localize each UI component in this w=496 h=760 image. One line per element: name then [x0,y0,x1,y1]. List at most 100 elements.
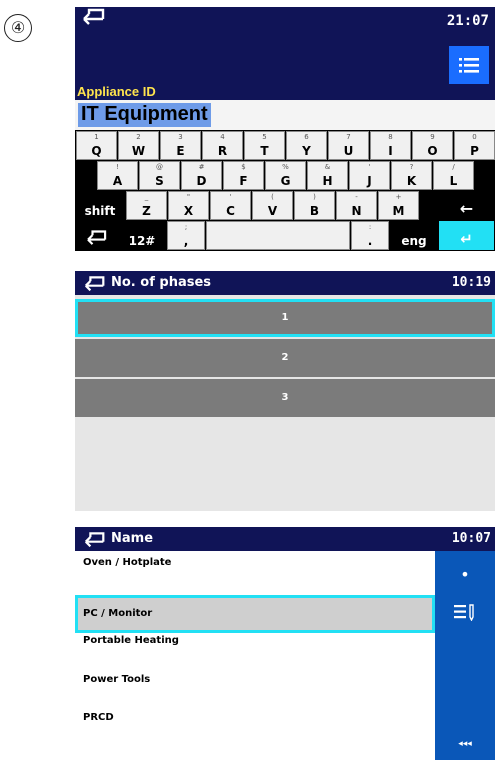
key-secondary-label: 8 [388,133,393,141]
list-item-selected[interactable]: PC / Monitor [75,595,435,633]
space-key[interactable] [206,221,350,250]
clock-time: 10:07 [451,531,491,546]
clock-time: 21:07 [446,13,489,29]
key-v[interactable]: (V [252,191,293,220]
key-t[interactable]: 5T [244,131,285,160]
back-arrow-icon[interactable] [83,272,107,296]
field-label: Appliance ID [77,84,156,99]
key-label: K [406,174,417,188]
back-arrow-icon[interactable] [81,5,107,29]
key-label: U [343,144,354,158]
key-x[interactable]: " X [168,191,209,220]
key-label: M [392,204,405,218]
key-secondary-label: % [282,163,289,171]
key-secondary-label: 1 [94,133,99,141]
shift-key[interactable]: shift [76,190,124,220]
enter-key[interactable]: ↵ [439,221,494,250]
list-item[interactable]: Portable Heating [75,635,435,673]
name-header: Name 10:07 [75,527,495,551]
key-secondary-label: 9 [430,133,435,141]
key-i[interactable]: 8I [370,131,411,160]
phase-option-2[interactable]: 2 [75,339,495,377]
key-u[interactable]: 7U [328,131,369,160]
key-secondary-label: " [186,193,191,201]
key-label: J [367,174,372,188]
key-d[interactable]: # D [181,161,222,190]
key-f[interactable]: $ F [223,161,264,190]
key-secondary-label: 3 [178,133,183,141]
key-j[interactable]: ' J [349,161,390,190]
key-label: X [183,204,194,218]
key-label: R [217,144,228,158]
phases-header: No. of phases 10:19 [75,271,495,295]
key-secondary-label: & [324,163,331,171]
key-secondary-label: + [395,193,402,201]
key-n[interactable]: -N [336,191,377,220]
back-arrow-icon[interactable] [83,528,107,552]
key-p[interactable]: 0P [454,131,495,160]
key-label: H [322,174,333,188]
key-secondary-label: 0 [472,133,477,141]
back-arrow-icon [87,230,107,245]
key-secondary-label: 2 [136,133,141,141]
key-r[interactable]: 4R [202,131,243,160]
backspace-key[interactable]: ← [439,190,494,220]
key-y[interactable]: 6Y [286,131,327,160]
key-b[interactable]: ) B [294,191,335,220]
key-c[interactable]: ' C [210,191,251,220]
key-secondary-label: ( [271,193,274,201]
side-button-panel: • ◂◂◂ [435,551,495,760]
appliance-id-input[interactable]: IT Equipment [75,100,495,130]
key-secondary-label: 6 [304,133,309,141]
keyboard-screen-header: 21:07 Appliance ID [75,7,495,100]
period-key[interactable]: :. [351,221,389,250]
list-menu-icon [459,58,479,73]
key-label: V [267,204,278,218]
key-label: S [155,174,164,188]
key-secondary-label: 4 [220,133,225,141]
edit-list-button[interactable] [435,603,495,625]
key-secondary-label: ' [229,193,232,201]
key-e[interactable]: 3E [160,131,201,160]
list-item[interactable]: Oven / Hotplate [75,557,435,595]
key-s[interactable]: @ S [139,161,180,190]
list-item[interactable]: Power Tools [75,674,435,712]
symbols-key[interactable]: 12# [118,221,166,250]
screen-title: Name [111,531,154,546]
phase-option-3[interactable]: 3 [75,379,495,417]
key-label: F [239,174,248,188]
list-item[interactable]: PRCD [75,712,435,750]
step-number-badge: ④ [4,14,32,42]
phase-option-1[interactable]: 1 [75,299,495,337]
key-label: I [388,144,393,158]
list-menu-button[interactable] [449,46,489,84]
keyboard-back-key[interactable] [76,221,116,250]
comma-key[interactable]: ;, [167,221,205,250]
key-secondary-label: ! [116,163,119,171]
key-m[interactable]: + M [378,191,419,220]
key-secondary-label: / [452,163,455,171]
key-label: D [196,174,207,188]
key-label: W [131,144,146,158]
key-label: C [226,204,235,218]
key-a[interactable]: ! A [97,161,138,190]
key-o[interactable]: 9O [412,131,453,160]
key-k[interactable]: ? K [391,161,432,190]
key-z[interactable]: _ Z [126,191,167,220]
key-w[interactable]: 2W [118,131,159,160]
key-l[interactable]: / L [433,161,474,190]
key-q[interactable]: 1Q [76,131,117,160]
clock-time: 10:19 [451,275,491,290]
key-h[interactable]: & H [307,161,348,190]
key-secondary-label: _ [144,193,149,201]
key-secondary-label: ' [368,163,371,171]
key-label: Q [91,144,102,158]
key-g[interactable]: % G [265,161,306,190]
language-key[interactable]: eng [391,221,437,250]
key-label: O [427,144,438,158]
page-back-button[interactable]: ◂◂◂ [435,739,495,749]
key-secondary-label: $ [241,163,246,171]
dot-button[interactable]: • [435,565,495,584]
key-secondary-label: - [355,193,358,201]
key-label: Z [142,204,151,218]
